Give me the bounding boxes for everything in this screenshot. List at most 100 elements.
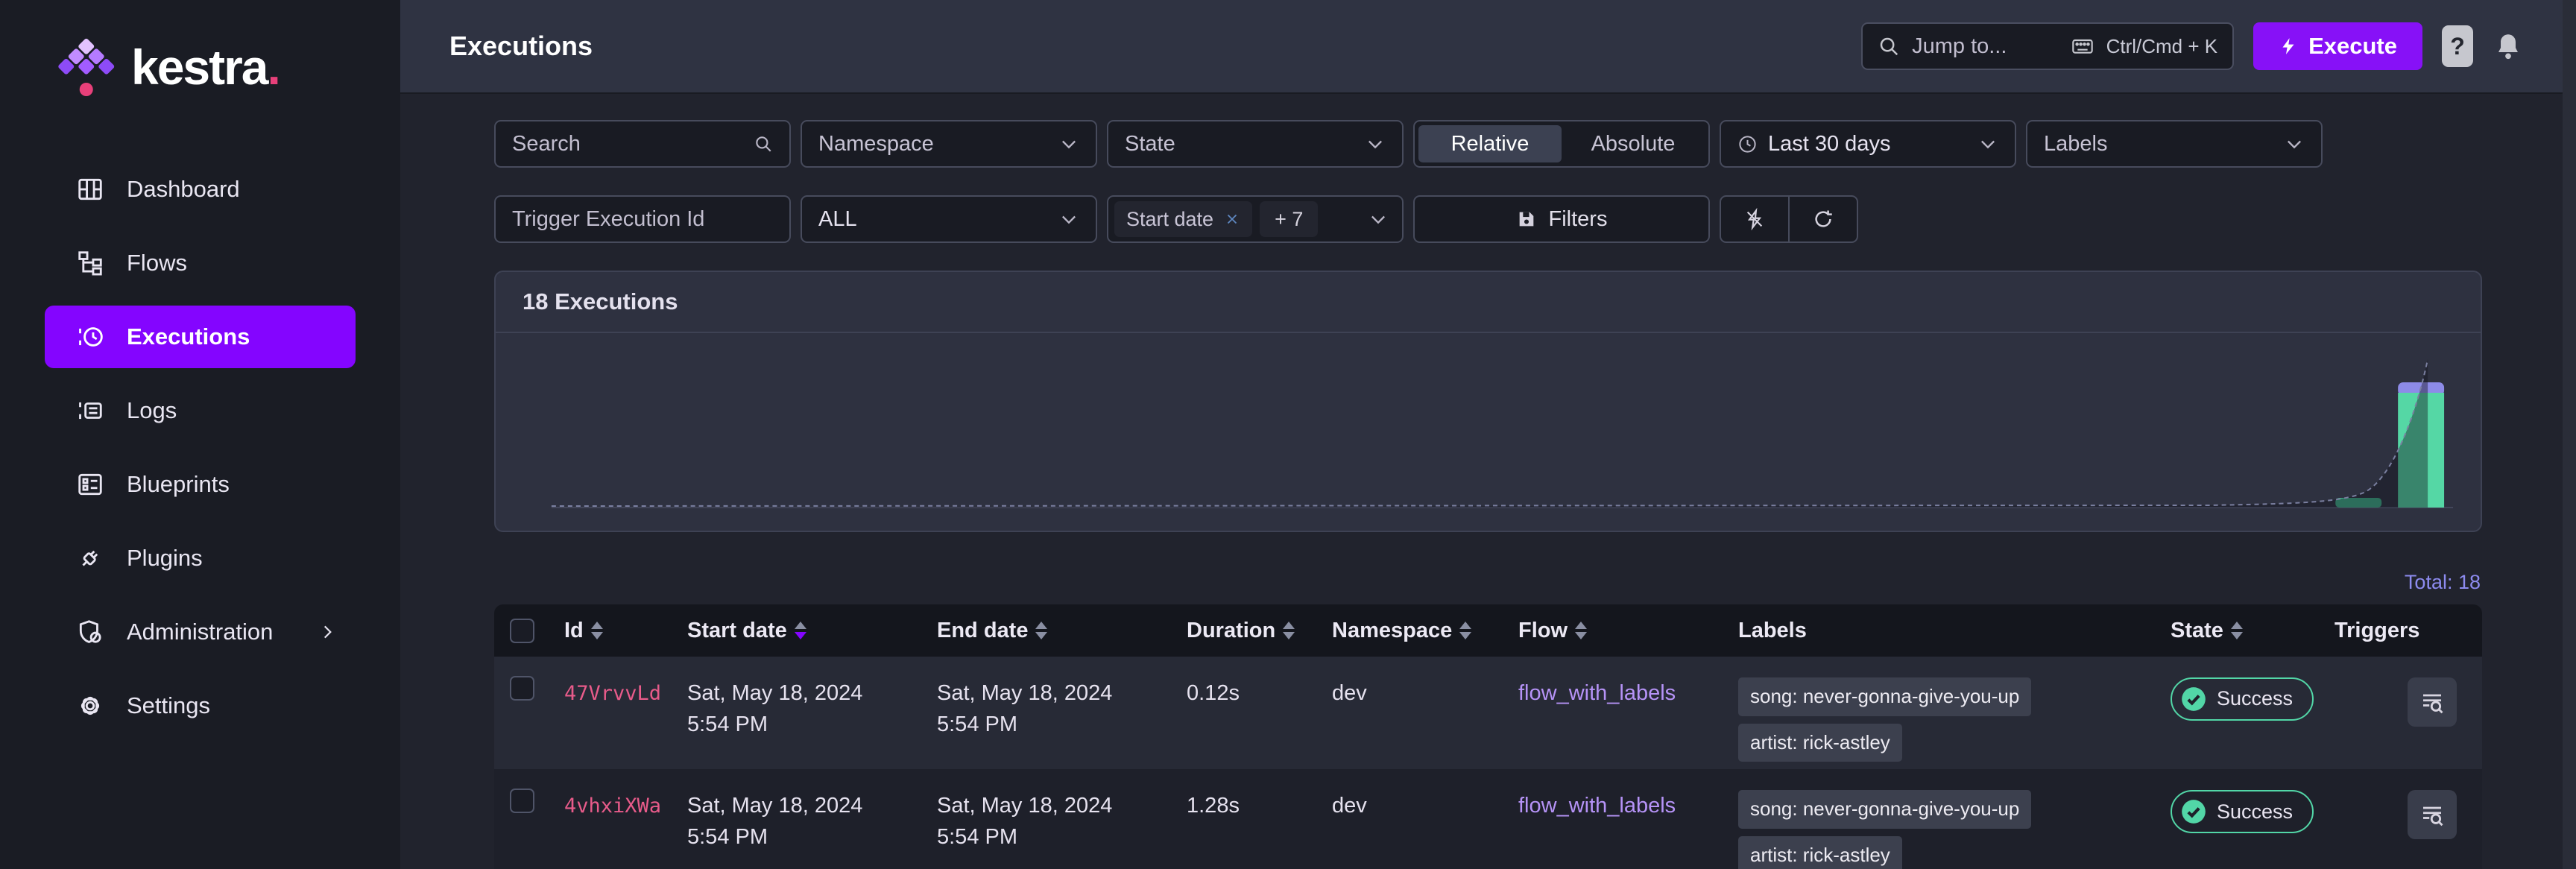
topbar: Executions Ctrl/Cmd + K Execute ? — [400, 0, 2576, 94]
settings-icon — [76, 692, 104, 720]
execute-button[interactable]: Execute — [2253, 22, 2422, 70]
row-checkbox[interactable] — [510, 789, 534, 814]
flow-link[interactable]: flow_with_labels — [1518, 681, 1676, 705]
column-header-end-date[interactable]: End date — [921, 619, 1170, 643]
column-header-start-date[interactable]: Start date — [671, 619, 921, 643]
total-count: Total: 18 — [2404, 571, 2481, 593]
column-header-flow[interactable]: Flow — [1502, 619, 1722, 643]
trigger-logs-icon — [2419, 801, 2446, 828]
jump-to-search[interactable]: Ctrl/Cmd + K — [1861, 22, 2235, 70]
sidebar-item-label: Administration — [127, 619, 274, 645]
sidebar-nav: Dashboard Flows Executions Logs Blueprin… — [0, 158, 400, 737]
namespace-select[interactable]: Namespace — [801, 120, 1097, 168]
end-date-cell: Sat, May 18, 2024 5:54 PM — [937, 681, 1113, 737]
triggers-cell — [2318, 657, 2482, 769]
filters-row-2: ALL Start date + 7 — [494, 195, 2482, 243]
trigger-logs-button[interactable] — [2408, 677, 2457, 727]
execution-id-link[interactable]: 4vhxiXWa — [564, 794, 661, 818]
sidebar-item-flows[interactable]: Flows — [45, 232, 356, 294]
execution-id-link[interactable]: 47VrvvLd — [564, 682, 661, 705]
main-content: Namespace State Relative Absolute Last — [400, 94, 2576, 869]
start-date-cell: Sat, May 18, 2024 5:54 PM — [687, 794, 863, 850]
status-badge: Success — [2171, 790, 2314, 834]
trigger-execution-id-filter[interactable] — [494, 195, 791, 243]
executions-table: Id Start date End date Duration Namespac… — [494, 604, 2482, 869]
label-chip: song: never-gonna-give-you-up — [1738, 677, 2032, 716]
flow-link[interactable]: flow_with_labels — [1518, 794, 1676, 818]
jump-to-shortcut: Ctrl/Cmd + K — [2106, 34, 2218, 57]
labels-select[interactable]: Labels — [2026, 120, 2323, 168]
plugins-icon — [76, 544, 104, 572]
trigger-execution-id-input[interactable] — [512, 206, 773, 232]
sidebar-item-label: Flows — [127, 250, 187, 276]
sidebar-item-label: Logs — [127, 397, 177, 423]
keyboard-icon — [2071, 34, 2094, 58]
trigger-logs-button[interactable] — [2408, 790, 2457, 840]
executions-bar-chart[interactable] — [496, 333, 2481, 531]
administration-icon — [76, 618, 104, 646]
bolt-off-icon — [1743, 208, 1766, 230]
duration-cell: 1.28s — [1187, 794, 1240, 818]
saved-filters-button[interactable]: Filters — [1413, 195, 1710, 243]
sort-icon — [794, 622, 806, 639]
visible-columns-select[interactable]: Start date + 7 — [1107, 195, 1404, 243]
namespace-cell: dev — [1332, 681, 1367, 705]
filters-row-1: Namespace State Relative Absolute Last — [494, 120, 2482, 168]
help-button[interactable]: ? — [2442, 25, 2473, 67]
sidebar-item-executions[interactable]: Executions — [45, 306, 356, 368]
execution-id-cell: 47VrvvLd — [548, 657, 671, 769]
end-date-cell: Sat, May 18, 2024 5:54 PM — [937, 794, 1113, 850]
relative-toggle[interactable]: Relative — [1418, 125, 1562, 162]
notifications-bell-icon[interactable] — [2493, 29, 2524, 63]
column-header-labels: Labels — [1738, 618, 1807, 642]
select-all-checkbox[interactable] — [510, 618, 534, 643]
namespace-cell: dev — [1332, 794, 1367, 818]
sidebar-item-label: Dashboard — [127, 176, 240, 202]
scope-select[interactable]: ALL — [801, 195, 1097, 243]
kestra-logo[interactable]: kestra. — [57, 36, 400, 98]
blueprints-icon — [76, 470, 104, 499]
chart-canvas — [551, 358, 2454, 508]
more-tags-count: + 7 — [1260, 201, 1319, 237]
time-range-select[interactable]: Last 30 days — [1720, 120, 2016, 168]
search-icon — [1878, 35, 1900, 57]
sidebar-item-dashboard[interactable]: Dashboard — [45, 158, 356, 221]
sidebar-item-plugins[interactable]: Plugins — [45, 527, 356, 590]
flow-cell: flow_with_labels — [1502, 769, 1722, 869]
sort-icon — [590, 622, 603, 639]
sidebar-item-settings[interactable]: Settings — [45, 674, 356, 737]
chevron-down-icon — [1368, 209, 1389, 230]
sidebar-item-label: Settings — [127, 692, 211, 718]
sidebar-item-logs[interactable]: Logs — [45, 379, 356, 442]
chevron-down-icon — [1058, 209, 1079, 230]
jump-to-input[interactable] — [1912, 34, 2059, 59]
column-header-state[interactable]: State — [2154, 619, 2318, 643]
clock-icon — [1737, 134, 1758, 154]
sidebar-item-label: Plugins — [127, 545, 203, 571]
search-input[interactable] — [512, 131, 754, 157]
scrollbar[interactable] — [2563, 0, 2576, 869]
absolute-toggle[interactable]: Absolute — [1562, 125, 1705, 162]
sort-icon — [1459, 622, 1472, 639]
sidebar-item-blueprints[interactable]: Blueprints — [45, 453, 356, 516]
close-icon[interactable] — [1224, 211, 1240, 227]
search-icon — [754, 134, 773, 154]
check-circle-icon — [2179, 685, 2208, 713]
chevron-right-icon — [318, 618, 337, 646]
column-header-duration[interactable]: Duration — [1170, 619, 1316, 643]
kestra-logo-icon — [58, 38, 115, 96]
row-checkbox[interactable] — [510, 676, 534, 701]
sort-icon — [1283, 622, 1295, 639]
refresh-button[interactable] — [1788, 197, 1857, 241]
column-header-namespace[interactable]: Namespace — [1316, 619, 1502, 643]
chevron-down-icon — [1058, 133, 1079, 154]
refresh-icon — [1812, 208, 1834, 230]
flows-icon — [76, 249, 104, 277]
search-filter[interactable] — [494, 120, 791, 168]
duration-cell: 0.12s — [1187, 681, 1240, 705]
sidebar-item-administration[interactable]: Administration — [45, 601, 356, 663]
executions-chart-card: 18 Executions — [494, 271, 2482, 532]
column-header-id[interactable]: Id — [548, 619, 671, 643]
auto-refresh-off-button[interactable] — [1721, 197, 1788, 241]
state-select[interactable]: State — [1107, 120, 1404, 168]
